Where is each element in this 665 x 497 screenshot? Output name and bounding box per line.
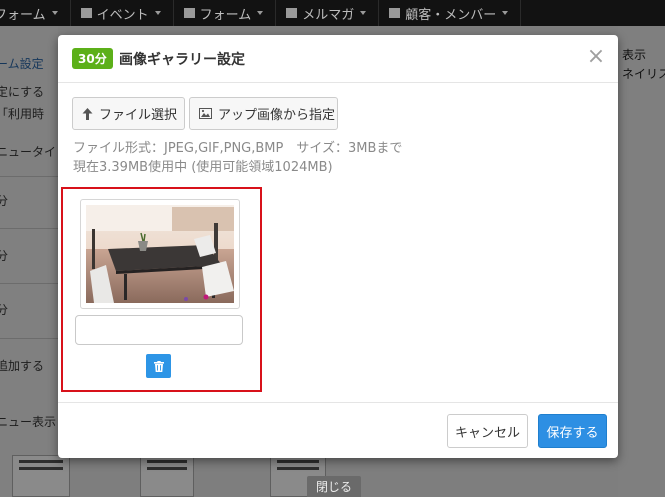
trash-icon: [153, 360, 164, 372]
picture-icon: [199, 108, 212, 119]
bg-label: 分: [0, 303, 9, 317]
file-select-button[interactable]: ファイル選択: [72, 97, 185, 130]
chevron-down-icon: [360, 11, 367, 15]
modal-title: 画像ギャラリー設定: [119, 52, 245, 68]
file-format-info: ファイル形式：JPEG,GIF,PNG,BMP サイズ：3MBまで: [73, 141, 403, 156]
layout-thumbnail: [12, 455, 70, 497]
close-icon[interactable]: ×: [585, 44, 607, 70]
bg-label: 定にする: [0, 85, 45, 99]
upload-arrow-icon: [82, 107, 93, 120]
background-right-panel: 表示 ネイリス: [618, 26, 665, 497]
bg-label: ニュー表示: [0, 415, 57, 429]
bg-label: 分: [0, 194, 9, 208]
nav-item-event[interactable]: イベント: [71, 0, 174, 26]
nav-item-members[interactable]: 顧客・メンバー: [379, 0, 522, 26]
users-icon: [389, 8, 401, 18]
nav-item-mailmag[interactable]: メルマガ: [276, 0, 380, 26]
delete-image-button[interactable]: [146, 354, 171, 378]
background-left-panel: ーム設定 定にする 「利用時 ニュータイ 分 分 分 追加する ニュー表示: [0, 26, 58, 497]
chevron-down-icon: [154, 11, 161, 15]
bg-label: 表示: [622, 48, 647, 62]
chevron-down-icon: [51, 11, 58, 15]
chevron-down-icon: [502, 11, 509, 15]
flag-icon: [80, 8, 92, 18]
select-from-uploaded-button[interactable]: アップ画像から指定: [189, 97, 338, 130]
close-tab[interactable]: 閉じる: [307, 476, 361, 497]
save-button[interactable]: 保存する: [538, 414, 607, 448]
cafe-terrace-image: [86, 205, 234, 303]
gallery-item: [61, 187, 262, 392]
bg-label: ニュータイ: [0, 145, 57, 159]
bg-label: 「利用時: [0, 107, 45, 121]
file-select-label: ファイル選択: [99, 108, 178, 123]
chevron-down-icon: [257, 11, 264, 15]
bg-label: ーム設定: [0, 57, 44, 71]
top-navigation: フォーム イベント フォーム メルマガ 顧客・メンバー: [0, 0, 665, 26]
modal-footer: キャンセル 保存する: [58, 402, 618, 458]
cancel-button[interactable]: キャンセル: [447, 414, 528, 448]
bg-label: ネイリス: [622, 67, 665, 81]
select-from-uploaded-label: アップ画像から指定: [218, 108, 336, 123]
time-badge: 30分: [72, 48, 113, 69]
image-thumbnail[interactable]: [80, 199, 240, 309]
modal-header: 30分 画像ギャラリー設定 ×: [58, 35, 618, 83]
image-caption-input[interactable]: [75, 315, 243, 345]
nav-item-form-2[interactable]: フォーム: [174, 0, 277, 26]
nav-item-form-1[interactable]: フォーム: [0, 0, 71, 26]
mail-icon: [286, 8, 298, 18]
image-gallery-modal: 30分 画像ギャラリー設定 × ファイル選択 アップ画像から指定 ファイル形式：…: [58, 35, 618, 458]
storage-usage-info: 現在3.39MB使用中 (使用可能領域1024MB): [73, 160, 333, 175]
bg-label: 追加する: [0, 359, 45, 373]
form-icon: [183, 8, 195, 18]
layout-thumbnail: [140, 455, 194, 497]
bg-label: 分: [0, 249, 9, 263]
